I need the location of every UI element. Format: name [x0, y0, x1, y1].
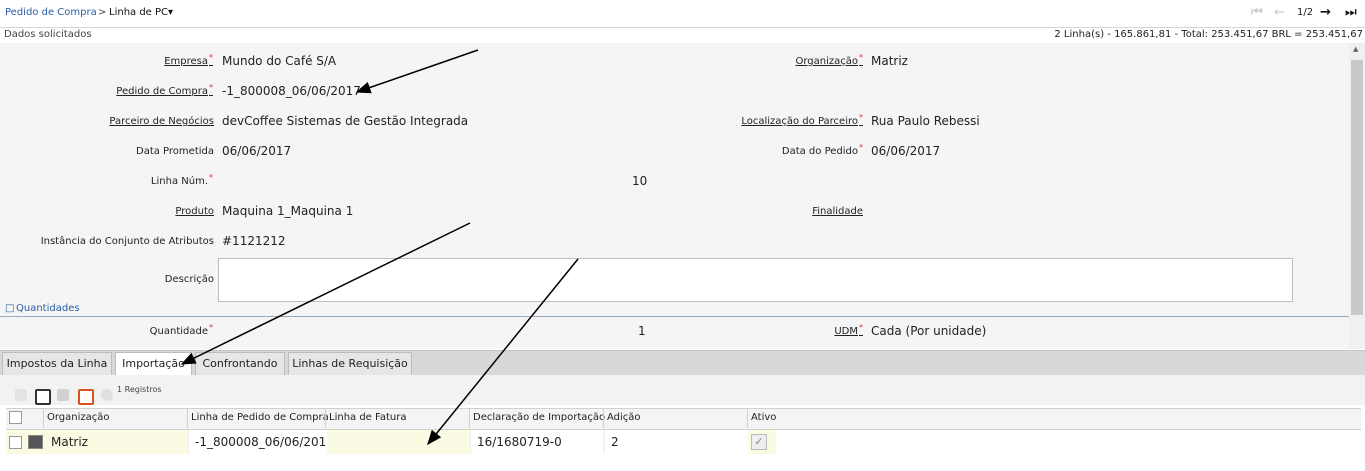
column-separator	[747, 408, 748, 428]
row-select-checkbox[interactable]	[9, 436, 22, 449]
section-title: Quantidades	[16, 303, 80, 314]
cell-organizacao[interactable]: Matriz	[51, 430, 181, 454]
localizacao-label[interactable]: Localização do Parceiro*	[741, 113, 863, 127]
row-edit-icon[interactable]	[28, 435, 43, 449]
breadcrumb-dropdown-icon[interactable]: ▾	[168, 7, 173, 18]
cell-linha-pedido[interactable]: -1_800008_06/06/201	[188, 430, 327, 454]
pedido-label[interactable]: Pedido de Compra*	[116, 83, 213, 97]
collapse-icon[interactable]: □	[5, 303, 14, 314]
empresa-field[interactable]: Mundo do Café S/A	[222, 54, 336, 68]
new-record-icon[interactable]	[15, 389, 27, 401]
quantidade-field[interactable]: 1	[638, 324, 646, 338]
organizacao-label[interactable]: Organização*	[795, 53, 863, 67]
produto-field[interactable]: Maquina 1_Maquina 1	[222, 204, 353, 218]
status-left: Dados solicitados	[4, 29, 92, 40]
instancia-field[interactable]: #1121212	[222, 234, 286, 248]
tab-confrontando[interactable]: Confrontando	[195, 352, 285, 375]
last-record-icon[interactable]: ⏭	[1345, 6, 1357, 19]
grid-toolbar	[0, 375, 1365, 405]
cell-adicao[interactable]: 2	[604, 430, 748, 454]
linha-num-label: Linha Núm.*	[150, 173, 213, 187]
column-header-linha-pedido[interactable]: Linha de Pedido de Compra	[191, 412, 329, 423]
udm-label[interactable]: UDM*	[834, 323, 863, 337]
tab-importacao[interactable]: Importação	[115, 352, 192, 377]
record-form: Empresa* Mundo do Café S/A Organização* …	[0, 43, 1349, 349]
first-record-icon[interactable]: ⏮	[1251, 6, 1263, 19]
scrollbar-thumb[interactable]	[1351, 60, 1363, 315]
column-separator	[43, 408, 44, 428]
parceiro-label[interactable]: Parceiro de Negócios	[109, 116, 214, 127]
cell-ativo-checkbox[interactable]: ✓	[751, 434, 767, 450]
instancia-label: Instância do Conjunto de Atributos	[40, 236, 214, 247]
quantidade-label: Quantidade*	[149, 323, 213, 337]
parceiro-field[interactable]: devCoffee Sistemas de Gestão Integrada	[222, 114, 468, 128]
quantidades-section-header[interactable]: □ Quantidades	[0, 302, 1349, 317]
localizacao-field[interactable]: Rua Paulo Rebessi	[871, 114, 980, 128]
top-bar: Pedido de Compra > Linha de PC ▾ ⏮ ← 1/2…	[0, 0, 1365, 27]
settings-icon[interactable]	[101, 389, 113, 401]
cell-linha-fatura[interactable]	[329, 430, 465, 454]
column-header-ativo[interactable]: Ativo	[751, 412, 776, 423]
organizacao-field[interactable]: Matriz	[871, 54, 908, 68]
column-header-declaracao[interactable]: Declaração de Importação	[473, 412, 605, 423]
udm-field[interactable]: Cada (Por unidade)	[871, 324, 986, 338]
record-count: 1 Registros	[117, 385, 162, 394]
delete-icon[interactable]	[57, 389, 69, 401]
data-prometida-field[interactable]: 06/06/2017	[222, 144, 291, 158]
export-icon[interactable]	[78, 389, 94, 405]
status-bar: Dados solicitados 2 Linha(s) - 165.861,8…	[0, 27, 1365, 44]
tab-linhas-requisicao[interactable]: Linhas de Requisição	[288, 352, 412, 375]
pager-text: 1/2	[1297, 7, 1314, 18]
breadcrumb-parent-link[interactable]: Pedido de Compra	[5, 7, 97, 18]
finalidade-label[interactable]: Finalidade	[812, 206, 863, 217]
linha-num-field[interactable]: 10	[632, 174, 647, 188]
column-separator	[603, 408, 604, 428]
descricao-label: Descrição	[164, 274, 214, 285]
empresa-label[interactable]: Empresa*	[164, 53, 213, 67]
breadcrumb-current: Linha de PC	[109, 7, 169, 18]
data-prometida-label: Data Prometida	[136, 146, 214, 157]
column-separator	[325, 408, 326, 428]
column-separator	[469, 408, 470, 428]
previous-record-icon[interactable]: ←	[1274, 6, 1285, 19]
data-pedido-label: Data do Pedido*	[781, 143, 863, 157]
column-separator	[187, 408, 188, 428]
status-totals: 2 Linha(s) - 165.861,81 - Total: 253.451…	[1054, 29, 1363, 40]
column-header-organizacao[interactable]: Organização	[47, 412, 110, 423]
next-record-icon[interactable]: →	[1320, 6, 1331, 19]
column-header-linha-fatura[interactable]: Linha de Fatura	[329, 412, 406, 423]
tab-impostos[interactable]: Impostos da Linha	[2, 352, 112, 375]
cell-declaracao[interactable]: 16/1680719-0	[470, 430, 603, 454]
breadcrumb-separator: >	[98, 7, 107, 18]
pedido-field[interactable]: -1_800008_06/06/2017	[222, 84, 361, 98]
edit-icon[interactable]	[35, 389, 51, 405]
scroll-up-icon[interactable]: ▲	[1353, 45, 1358, 53]
data-pedido-field[interactable]: 06/06/2017	[871, 144, 940, 158]
descricao-textarea[interactable]	[218, 258, 1293, 302]
column-header-adicao[interactable]: Adição	[607, 412, 641, 423]
select-all-checkbox[interactable]	[9, 411, 22, 424]
produto-label[interactable]: Produto	[175, 206, 214, 217]
